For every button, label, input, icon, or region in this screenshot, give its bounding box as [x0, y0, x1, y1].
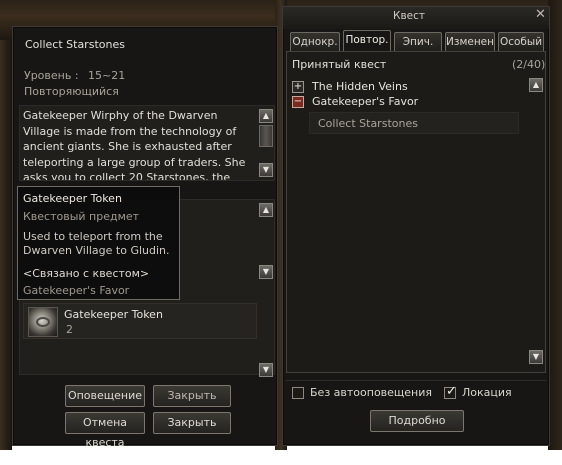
tab-changed[interactable]: Изменен.	[445, 32, 495, 51]
no-auto-notify-checkbox[interactable]	[292, 387, 304, 399]
expand-icon[interactable]: +	[292, 81, 304, 93]
close-window-icon[interactable]: ✕	[535, 7, 546, 22]
subquest-name: Collect Starstones	[318, 117, 418, 130]
subquest-collect-starstones[interactable]: Collect Starstones	[309, 112, 519, 134]
quest-item-gatekeepers-favor[interactable]: − Gatekeeper's Favor	[292, 95, 522, 109]
quest-list-scroll-up-button[interactable]: ▲	[529, 78, 543, 92]
description-scroll-down-button[interactable]: ▼	[259, 163, 273, 177]
tab-repeatable[interactable]: Повтор.	[343, 30, 391, 51]
reward-item-row[interactable]: Gatekeeper Token 2	[23, 303, 257, 339]
game-scene-background	[0, 40, 12, 450]
quest-description-text: Gatekeeper Wirphy of the Dwarven Village…	[23, 109, 246, 181]
tooltip-related-quest: Gatekeeper's Favor	[23, 284, 130, 297]
accepted-quest-count: (2/40)	[512, 58, 546, 71]
items-scroll-down-button[interactable]: ▼	[259, 265, 273, 279]
quest-detail-title: Collect Starstones	[25, 38, 125, 51]
description-scroll-thumb[interactable]	[259, 125, 273, 147]
tooltip-item-name: Gatekeeper Token	[23, 192, 122, 205]
no-auto-notify-label: Без автооповещения	[310, 386, 433, 399]
quest-window-title: Квест	[393, 10, 425, 22]
location-label: Локация	[462, 386, 512, 399]
check-icon: ✓	[446, 384, 457, 399]
description-scroll-up-button[interactable]: ▲	[259, 109, 273, 123]
tab-special[interactable]: Особый	[498, 32, 544, 51]
tooltip-related-header: <Связано с квестом>	[23, 267, 150, 280]
notify-button[interactable]: Оповещение	[65, 385, 145, 407]
close-button-secondary[interactable]: Закрыть	[153, 412, 231, 434]
quest-list-scroll-down-button[interactable]: ▼	[529, 350, 543, 364]
tooltip-item-description: Used to teleport from the Dwarven Villag…	[23, 230, 170, 257]
accepted-quest-label: Принятый квест	[292, 58, 387, 71]
accepted-quest-list: Принятый квест (2/40) + The Hidden Veins…	[286, 51, 546, 373]
level-row: Уровень : 15~21	[24, 69, 125, 82]
quest-description-box: Gatekeeper Wirphy of the Dwarven Village…	[19, 105, 275, 181]
reward-item-name: Gatekeeper Token	[64, 308, 163, 321]
level-label: Уровень :	[24, 69, 79, 82]
gatekeeper-token-icon	[28, 307, 58, 337]
location-checkbox[interactable]: ✓	[444, 384, 457, 399]
cancel-quest-button[interactable]: Отмена квеста	[65, 412, 145, 449]
tab-one-time[interactable]: Однокр.	[290, 32, 340, 51]
tab-epic[interactable]: Эпич.	[394, 32, 442, 51]
collapse-icon[interactable]: −	[292, 96, 304, 108]
details-button[interactable]: Подробно	[370, 410, 464, 432]
repeat-type-label: Повторяющийся	[24, 85, 119, 98]
tooltip-item-type: Квестовый предмет	[23, 210, 140, 223]
items-scroll-up-button[interactable]: ▲	[259, 203, 273, 217]
close-button[interactable]: Закрыть	[153, 385, 231, 407]
reward-item-count: 2	[66, 323, 73, 336]
quest-name: Gatekeeper's Favor	[312, 95, 419, 108]
item-tooltip: Gatekeeper Token Квестовый предмет Used …	[17, 186, 180, 300]
options-row: Без автооповещения ✓ Локация	[286, 380, 546, 404]
level-value: 15~21	[88, 69, 126, 82]
quest-name: The Hidden Veins	[312, 80, 408, 93]
game-scene-background	[548, 0, 562, 450]
items-lower-scroll-down-button[interactable]: ▼	[259, 363, 273, 377]
quest-item-hidden-veins[interactable]: + The Hidden Veins	[292, 80, 522, 94]
